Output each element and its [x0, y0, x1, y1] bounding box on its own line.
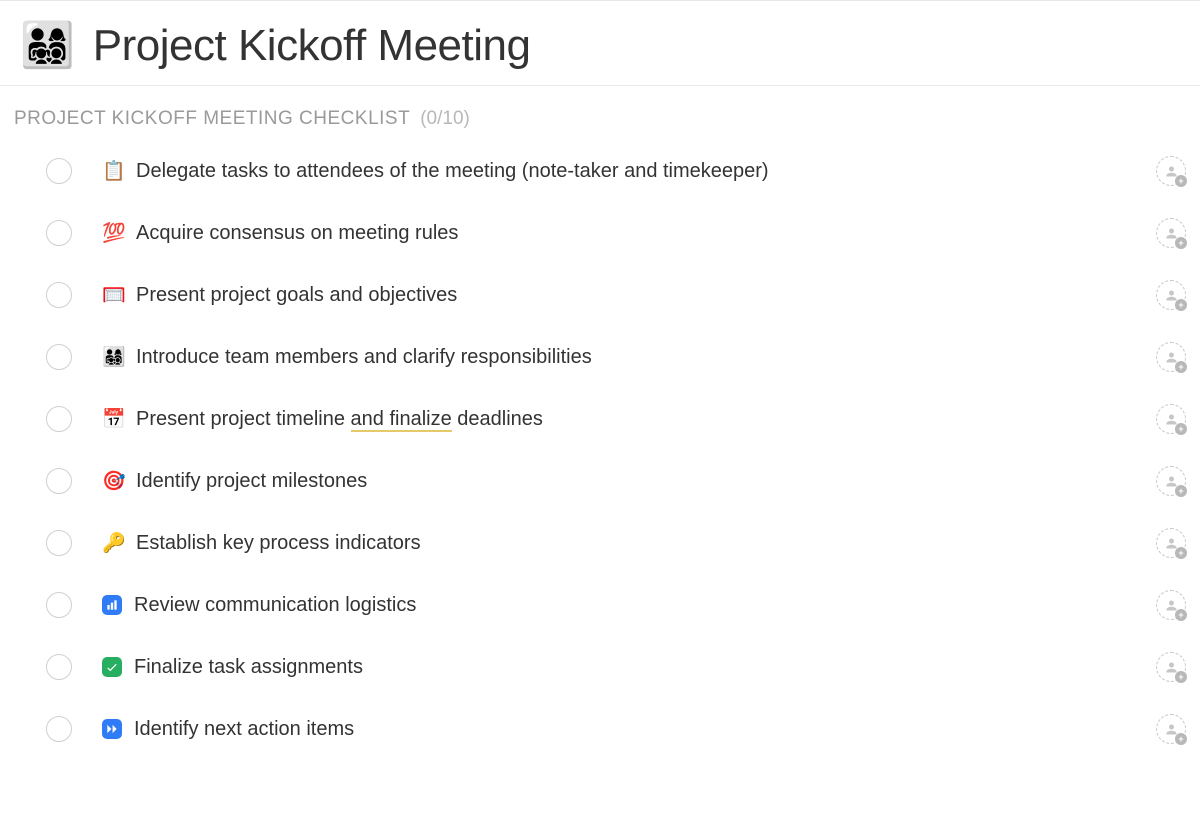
plus-icon: + [1175, 547, 1187, 559]
item-emoji-icon: 🔑 [102, 534, 124, 553]
checkbox[interactable] [46, 158, 72, 184]
item-content[interactable]: 🎯 Identify project milestones [102, 468, 1112, 494]
checklist-item: 👨‍👩‍👧‍👦 Introduce team members and clarif… [46, 342, 1186, 372]
plus-icon: + [1175, 175, 1187, 187]
checkbox[interactable] [46, 592, 72, 618]
plus-icon: + [1175, 361, 1187, 373]
item-content[interactable]: 💯 Acquire consensus on meeting rules [102, 220, 1112, 246]
checklist-count: (0/10) [420, 108, 470, 130]
add-assignee-button[interactable]: + [1156, 280, 1186, 310]
plus-icon: + [1175, 299, 1187, 311]
checkbox[interactable] [46, 220, 72, 246]
item-emoji-icon: 📋 [102, 162, 124, 181]
page-title: Project Kickoff Meeting [93, 21, 531, 71]
checklist-item: Review communication logistics + [46, 590, 1186, 620]
checklist-items: 📋 Delegate tasks to attendees of the meet… [14, 156, 1186, 744]
item-content[interactable]: Review communication logistics [102, 592, 1112, 618]
checklist-item: 🎯 Identify project milestones + [46, 466, 1186, 496]
item-text: Acquire consensus on meeting rules [136, 220, 458, 246]
item-emoji-icon: 👨‍👩‍👧‍👦 [102, 348, 124, 367]
checklist-item: 📅 Present project timeline and finalize d… [46, 404, 1186, 434]
item-content[interactable]: 👨‍👩‍👧‍👦 Introduce team members and clarif… [102, 344, 1112, 370]
plus-icon: + [1175, 609, 1187, 621]
checklist-section: PROJECT KICKOFF MEETING CHECKLIST (0/10)… [0, 86, 1200, 744]
add-assignee-button[interactable]: + [1156, 404, 1186, 434]
checklist-title: PROJECT KICKOFF MEETING CHECKLIST [14, 108, 410, 130]
plus-icon: + [1175, 237, 1187, 249]
item-text: Identify project milestones [136, 468, 367, 494]
bar-chart-icon [102, 595, 122, 615]
add-assignee-button[interactable]: + [1156, 466, 1186, 496]
add-assignee-button[interactable]: + [1156, 528, 1186, 558]
item-content[interactable]: 🔑 Establish key process indicators [102, 530, 1112, 556]
checkbox[interactable] [46, 654, 72, 680]
item-text: Establish key process indicators [136, 530, 421, 556]
checklist-item: Identify next action items + [46, 714, 1186, 744]
item-text: Review communication logistics [134, 592, 416, 618]
checklist-item: 💯 Acquire consensus on meeting rules + [46, 218, 1186, 248]
item-text: Present project timeline and finalize de… [136, 406, 543, 432]
checkbox[interactable] [46, 530, 72, 556]
checkbox[interactable] [46, 468, 72, 494]
page-header: 👨‍👩‍👧‍👦 Project Kickoff Meeting [0, 0, 1200, 86]
check-icon [102, 657, 122, 677]
item-text: Identify next action items [134, 716, 354, 742]
checkbox[interactable] [46, 282, 72, 308]
plus-icon: + [1175, 733, 1187, 745]
item-text: Present project goals and objectives [136, 282, 457, 308]
item-text: Finalize task assignments [134, 654, 363, 680]
item-text: Introduce team members and clarify respo… [136, 344, 592, 370]
item-content[interactable]: 📅 Present project timeline and finalize d… [102, 406, 1112, 432]
add-assignee-button[interactable]: + [1156, 342, 1186, 372]
checkbox[interactable] [46, 406, 72, 432]
item-content[interactable]: Finalize task assignments [102, 654, 1112, 680]
header-family-icon: 👨‍👩‍👧‍👦 [20, 24, 75, 68]
item-emoji-icon: 🥅 [102, 286, 124, 305]
item-content[interactable]: Identify next action items [102, 716, 1112, 742]
checklist-header: PROJECT KICKOFF MEETING CHECKLIST (0/10) [14, 108, 1186, 130]
plus-icon: + [1175, 485, 1187, 497]
item-emoji-icon: 💯 [102, 224, 124, 243]
item-emoji-icon: 🎯 [102, 472, 124, 491]
skip-icon [102, 719, 122, 739]
add-assignee-button[interactable]: + [1156, 218, 1186, 248]
plus-icon: + [1175, 423, 1187, 435]
checkbox[interactable] [46, 716, 72, 742]
add-assignee-button[interactable]: + [1156, 714, 1186, 744]
checklist-item: 📋 Delegate tasks to attendees of the meet… [46, 156, 1186, 186]
item-text: Delegate tasks to attendees of the meeti… [136, 158, 769, 184]
item-emoji-icon: 📅 [102, 410, 124, 429]
item-content[interactable]: 🥅 Present project goals and objectives [102, 282, 1112, 308]
item-content[interactable]: 📋 Delegate tasks to attendees of the meet… [102, 158, 1112, 184]
checkbox[interactable] [46, 344, 72, 370]
checklist-item: 🔑 Establish key process indicators + [46, 528, 1186, 558]
add-assignee-button[interactable]: + [1156, 590, 1186, 620]
plus-icon: + [1175, 671, 1187, 683]
checklist-item: 🥅 Present project goals and objectives + [46, 280, 1186, 310]
add-assignee-button[interactable]: + [1156, 156, 1186, 186]
add-assignee-button[interactable]: + [1156, 652, 1186, 682]
checklist-item: Finalize task assignments + [46, 652, 1186, 682]
